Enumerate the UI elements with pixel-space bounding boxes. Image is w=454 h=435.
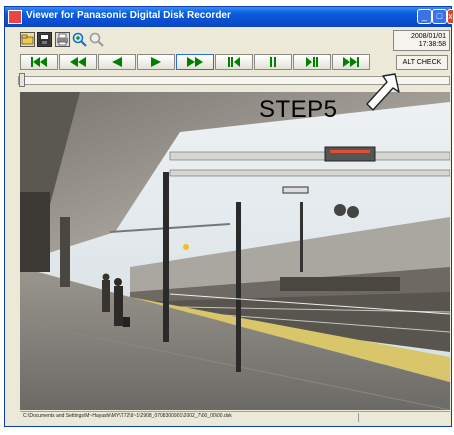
skip-to-start-icon xyxy=(31,57,47,67)
fast-rewind-button[interactable] xyxy=(59,54,97,70)
pause-button[interactable] xyxy=(254,54,292,70)
print-icon[interactable] xyxy=(55,32,70,47)
frame-back-button[interactable] xyxy=(215,54,253,70)
fast-forward-button[interactable] xyxy=(176,54,214,70)
timeline-slider-thumb[interactable] xyxy=(19,73,25,87)
frame-forward-icon xyxy=(306,57,318,67)
rewind-button[interactable] xyxy=(98,54,136,70)
play-icon xyxy=(151,57,161,67)
date-time-display: 2008/01/01 17:38:58 xyxy=(393,30,450,51)
callout-arrow-icon xyxy=(366,73,400,111)
frame-forward-button[interactable] xyxy=(293,54,331,70)
train-station-image xyxy=(20,92,450,410)
fast-rewind-icon xyxy=(70,57,86,67)
fast-forward-icon xyxy=(187,57,203,67)
video-frame xyxy=(20,92,450,410)
folder-open-icon[interactable] xyxy=(20,32,35,47)
zoom-out-icon[interactable] xyxy=(89,32,104,47)
maximize-button[interactable]: □ xyxy=(432,9,447,24)
frame-back-icon xyxy=(228,57,240,67)
zoom-in-icon[interactable] xyxy=(72,32,87,47)
status-separator xyxy=(358,413,359,422)
title-bar[interactable]: Viewer for Panasonic Digital Disk Record… xyxy=(5,7,453,27)
alt-check-button[interactable]: ALT CHECK xyxy=(396,55,448,70)
time-text: 17:38:58 xyxy=(418,41,446,48)
skip-to-end-button[interactable] xyxy=(332,54,370,70)
skip-to-start-button[interactable] xyxy=(20,54,58,70)
play-button[interactable] xyxy=(137,54,175,70)
status-bar: C:\Documents and Settings\M~Hayashi\MY\T… xyxy=(20,411,450,423)
rewind-icon xyxy=(112,57,122,67)
save-icon[interactable] xyxy=(37,32,52,47)
app-icon xyxy=(8,10,22,24)
step-annotation-label: STEP5 xyxy=(259,96,338,123)
date-text: 2008/01/01 xyxy=(410,33,446,40)
skip-to-end-icon xyxy=(343,57,359,67)
close-button[interactable]: x xyxy=(447,9,453,24)
file-path-text: C:\Documents and Settings\M~Hayashi\MY\T… xyxy=(23,413,232,419)
window-title: Viewer for Panasonic Digital Disk Record… xyxy=(26,10,231,21)
minimize-button[interactable]: _ xyxy=(417,9,432,24)
pause-icon xyxy=(270,57,276,67)
